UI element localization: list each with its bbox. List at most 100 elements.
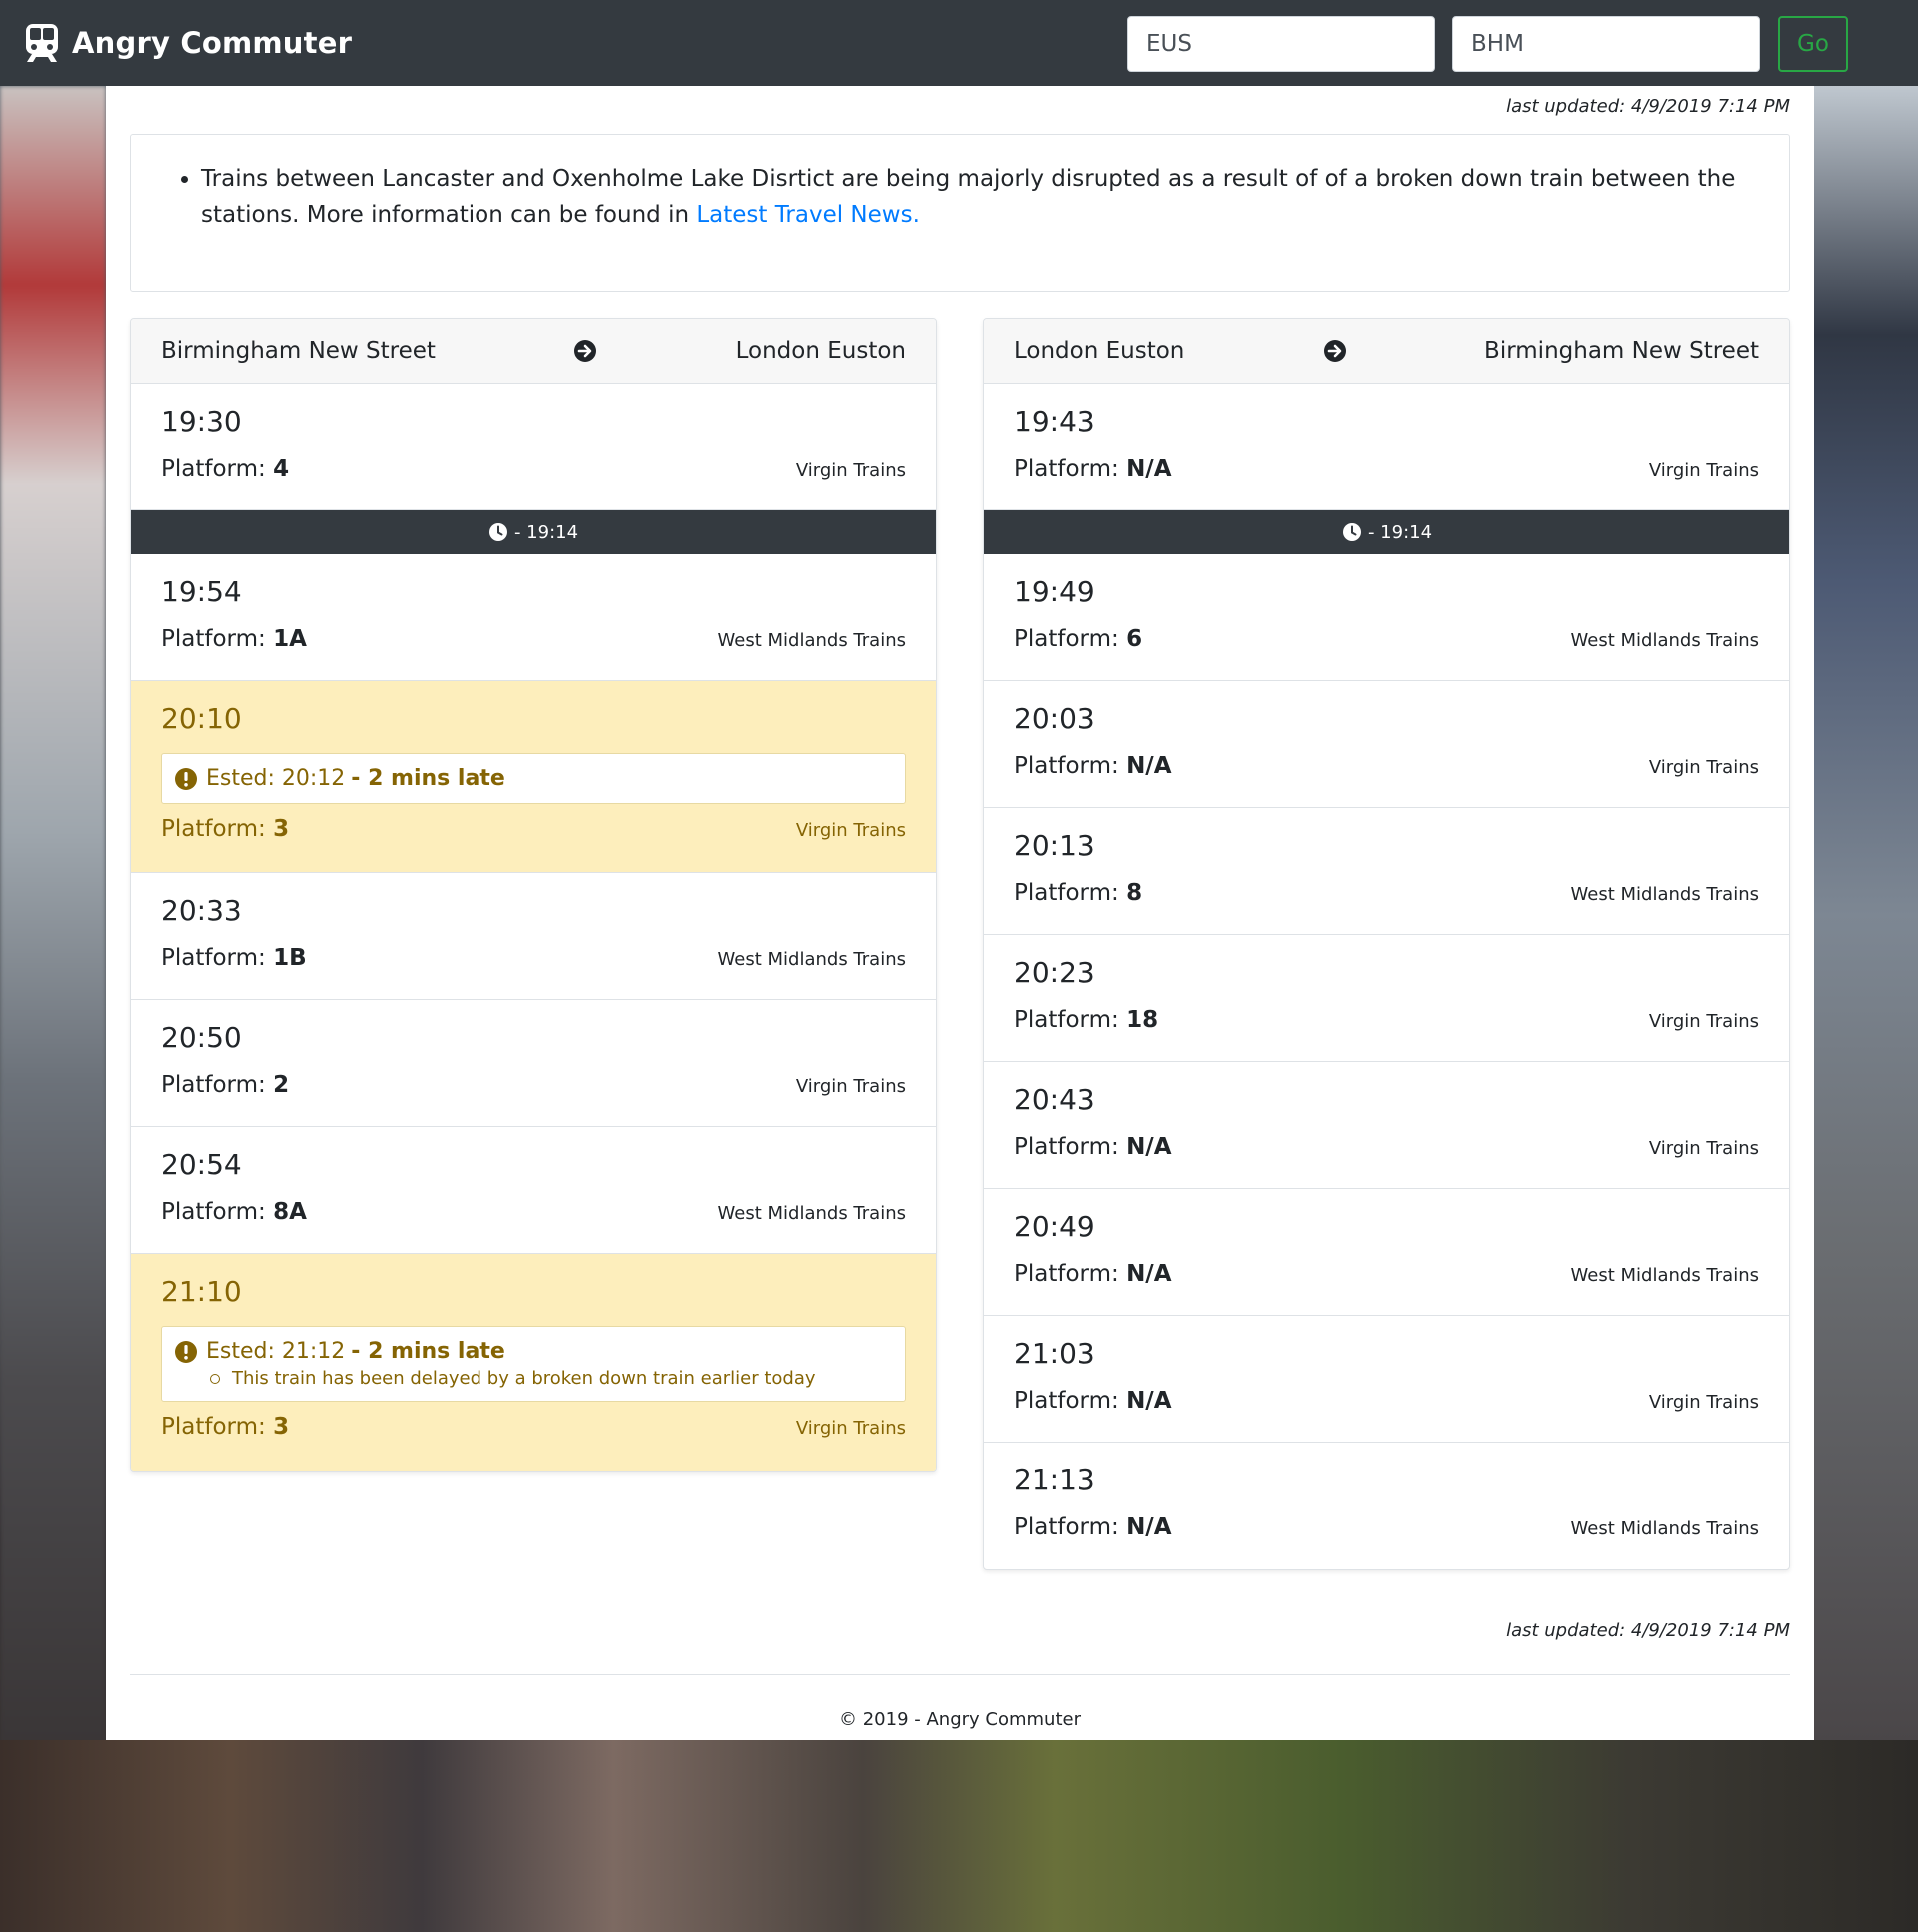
platform-number: N/A — [1126, 1134, 1172, 1160]
platform-number: 6 — [1126, 626, 1143, 652]
footer-divider — [130, 1674, 1790, 1675]
current-time: - 19:14 — [513, 521, 579, 543]
last-updated-bottom: last updated: 4/9/2019 7:14 PM — [1506, 1620, 1790, 1641]
to-station-input[interactable] — [1452, 16, 1760, 72]
exclamation-circle-icon — [175, 767, 197, 790]
clock-icon — [488, 523, 507, 541]
platform-info: Platform: N/A — [1014, 1261, 1172, 1287]
operator-name: Virgin Trains — [795, 820, 906, 841]
departure-row[interactable]: 20:54 Platform: 8A West Midlands Trains — [131, 1127, 936, 1254]
navbar: Angry Commuter Go — [0, 0, 1918, 86]
departure-time: 20:10 — [161, 702, 242, 735]
departure-boards: Birmingham New Street London Euston 19:3… — [130, 318, 1790, 1598]
platform-number: 3 — [273, 1414, 290, 1440]
origin-station: London Euston — [1014, 338, 1185, 364]
departure-row[interactable]: 20:43 Platform: N/A Virgin Trains — [984, 1062, 1789, 1189]
delay-info: Ested: 20:12 - 2 mins late — [161, 753, 906, 804]
operator-name: West Midlands Trains — [1570, 884, 1759, 905]
main-container: last updated: 4/9/2019 7:14 PM Trains be… — [106, 86, 1814, 1740]
platform-number: N/A — [1126, 1261, 1172, 1287]
operator-name: Virgin Trains — [1648, 460, 1759, 481]
departure-row[interactable]: 20:49 Platform: N/A West Midlands Trains — [984, 1189, 1789, 1316]
platform-number: 8 — [1126, 880, 1143, 906]
travel-news-link[interactable]: Latest Travel News. — [696, 202, 920, 228]
exclamation-circle-icon — [175, 1340, 197, 1363]
route-header: London Euston Birmingham New Street — [984, 319, 1789, 384]
train-icon — [26, 24, 58, 62]
departure-time: 20:50 — [161, 1021, 242, 1054]
go-button[interactable]: Go — [1778, 16, 1848, 72]
operator-name: West Midlands Trains — [1570, 630, 1759, 651]
platform-number: 3 — [273, 816, 290, 842]
departure-row[interactable]: 20:50 Platform: 2 Virgin Trains — [131, 1000, 936, 1127]
service-notice: Trains between Lancaster and Oxenholme L… — [130, 134, 1790, 292]
platform-info: Platform: 3 — [161, 816, 290, 842]
departure-time: 19:30 — [161, 405, 242, 438]
departure-row[interactable]: 19:54 Platform: 1A West Midlands Trains — [131, 554, 936, 681]
board-left: Birmingham New Street London Euston 19:3… — [130, 318, 937, 1598]
notice-item: Trains between Lancaster and Oxenholme L… — [201, 161, 1749, 233]
board-right: London Euston Birmingham New Street 19:4… — [983, 318, 1790, 1598]
departure-time: 20:13 — [1014, 829, 1095, 862]
departure-row[interactable]: 20:13 Platform: 8 West Midlands Trains — [984, 808, 1789, 935]
arrow-right-icon — [1323, 340, 1346, 362]
platform-info: Platform: 2 — [161, 1072, 290, 1098]
current-time-bar: - 19:14 — [131, 510, 936, 554]
operator-name: West Midlands Trains — [717, 949, 906, 970]
departure-row[interactable]: 20:33 Platform: 1B West Midlands Trains — [131, 873, 936, 1000]
delay-minutes: - 2 mins late — [351, 1339, 505, 1364]
platform-info: Platform: 3 — [161, 1414, 290, 1440]
departure-time: 20:23 — [1014, 956, 1095, 989]
departure-time: 20:03 — [1014, 702, 1095, 735]
arrow-right-icon — [574, 340, 597, 362]
operator-name: West Midlands Trains — [1570, 1265, 1759, 1286]
operator-name: West Midlands Trains — [1570, 1518, 1759, 1539]
origin-station: Birmingham New Street — [161, 338, 436, 364]
operator-name: Virgin Trains — [795, 460, 906, 481]
clock-icon — [1342, 523, 1361, 541]
platform-info: Platform: N/A — [1014, 1134, 1172, 1160]
notice-text: Trains between Lancaster and Oxenholme L… — [201, 166, 1736, 228]
departure-row[interactable]: 19:49 Platform: 6 West Midlands Trains — [984, 554, 1789, 681]
platform-number: N/A — [1126, 1514, 1172, 1540]
platform-number: 4 — [273, 456, 290, 482]
operator-name: Virgin Trains — [1648, 1392, 1759, 1413]
platform-number: N/A — [1126, 753, 1172, 779]
departure-row[interactable]: 19:43 Platform: N/A Virgin Trains — [984, 384, 1789, 510]
departure-row[interactable]: 21:03 Platform: N/A Virgin Trains — [984, 1316, 1789, 1443]
platform-info: Platform: N/A — [1014, 1388, 1172, 1414]
brand-link[interactable]: Angry Commuter — [24, 23, 352, 63]
departure-time: 19:54 — [161, 575, 242, 608]
from-station-input[interactable] — [1127, 16, 1435, 72]
departure-row[interactable]: 20:23 Platform: 18 Virgin Trains — [984, 935, 1789, 1062]
platform-number: 2 — [273, 1072, 290, 1098]
estimated-time: Ested: 20:12 — [206, 766, 346, 791]
operator-name: Virgin Trains — [795, 1076, 906, 1097]
departure-row[interactable]: 19:30 Platform: 4 Virgin Trains — [131, 384, 936, 510]
platform-info: Platform: 1B — [161, 945, 307, 971]
platform-info: Platform: 8A — [161, 1199, 307, 1225]
destination-station: Birmingham New Street — [1484, 338, 1759, 364]
current-time: - 19:14 — [1367, 521, 1433, 543]
platform-number: 8A — [273, 1199, 307, 1225]
delay-info: Ested: 21:12 - 2 mins late This train ha… — [161, 1326, 906, 1402]
platform-info: Platform: N/A — [1014, 1514, 1172, 1540]
platform-number: 18 — [1126, 1007, 1159, 1033]
operator-name: Virgin Trains — [1648, 1138, 1759, 1159]
departure-time: 20:43 — [1014, 1083, 1095, 1116]
operator-name: Virgin Trains — [1648, 1011, 1759, 1032]
departure-row[interactable]: 21:13 Platform: N/A West Midlands Trains — [984, 1443, 1789, 1569]
footer-copyright: © 2019 - Angry Commuter — [839, 1709, 1081, 1730]
delay-minutes: - 2 mins late — [351, 766, 505, 791]
departure-row[interactable]: 20:03 Platform: N/A Virgin Trains — [984, 681, 1789, 808]
departure-row-delayed[interactable]: 20:10 Ested: 20:12 - 2 mins late Platfor… — [131, 681, 936, 873]
estimated-time: Ested: 21:12 — [206, 1339, 346, 1364]
last-updated-top: last updated: 4/9/2019 7:14 PM — [1506, 96, 1790, 117]
departure-time: 20:33 — [161, 894, 242, 927]
departure-card: Birmingham New Street London Euston 19:3… — [130, 318, 937, 1472]
platform-info: Platform: N/A — [1014, 753, 1172, 779]
departure-time: 19:43 — [1014, 405, 1095, 438]
background-photo-bottom — [0, 1740, 1918, 1932]
departure-row-delayed[interactable]: 21:10 Ested: 21:12 - 2 mins late This tr… — [131, 1254, 936, 1471]
route-header: Birmingham New Street London Euston — [131, 319, 936, 384]
